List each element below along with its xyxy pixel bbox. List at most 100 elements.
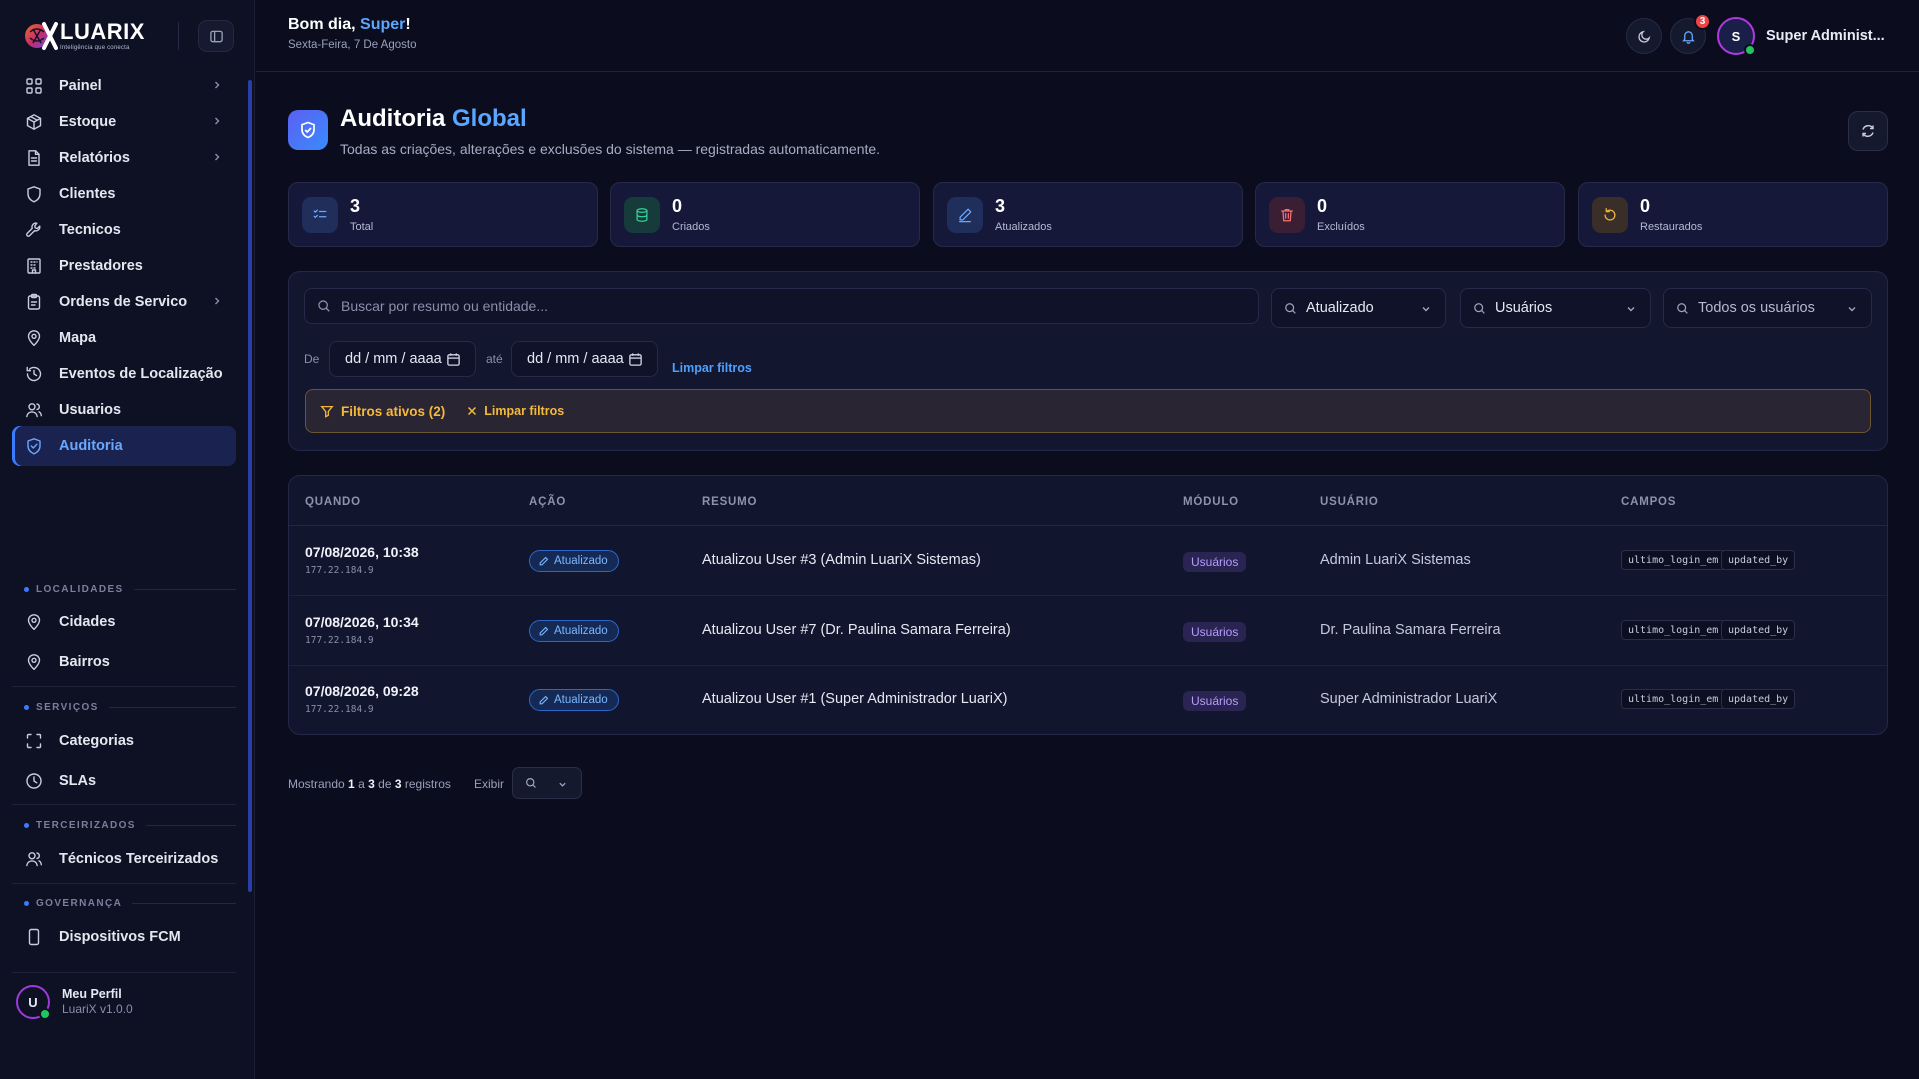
column-header-modulo[interactable]: MÓDULO xyxy=(1183,496,1239,508)
column-header-usuario[interactable]: USUÁRIO xyxy=(1320,496,1379,508)
column-header-acao[interactable]: AÇÃO xyxy=(529,496,566,508)
date-to-input[interactable]: dd / mm / aaaa xyxy=(511,341,658,377)
row-user: Super Administrador LuariX xyxy=(1320,691,1498,707)
sidebar-item-mapa[interactable]: Mapa xyxy=(12,318,236,358)
search-input[interactable] xyxy=(341,298,1221,314)
row-timestamp: 07/08/2026, 09:28 xyxy=(305,683,419,699)
search-field[interactable] xyxy=(304,288,1259,324)
sidebar-item-clientes[interactable]: Clientes xyxy=(12,174,236,214)
shield-icon xyxy=(27,186,41,203)
pagination-summary: Mostrando 1 a 3 de 3 registros xyxy=(288,777,451,791)
pencil-icon xyxy=(539,626,549,635)
sidebar-item-usuarios[interactable]: Usuarios xyxy=(12,390,236,430)
sidebar-item-label: Dispositivos FCM xyxy=(59,929,181,945)
search-icon xyxy=(526,778,536,788)
brand-logo[interactable]: LUARIX Inteligência que conecta xyxy=(22,18,172,54)
user-menu[interactable]: S Super Administ... xyxy=(1717,17,1885,56)
shield-check-icon xyxy=(301,121,315,139)
field-chip: ultimo_login_em xyxy=(1621,689,1726,709)
sidebar-item-painel[interactable]: Painel xyxy=(12,66,236,106)
pencil-icon xyxy=(539,695,549,704)
sidebar-item-label: SLAs xyxy=(59,773,97,789)
module-filter-select[interactable]: Usuários xyxy=(1460,288,1651,328)
brand-name: LUARIX xyxy=(60,19,145,44)
column-header-resumo[interactable]: RESUMO xyxy=(702,496,757,508)
sidebar-item-cidades[interactable]: Cidades xyxy=(12,602,236,642)
sidebar-item-bairros[interactable]: Bairros xyxy=(12,642,236,682)
profile-card[interactable]: U Meu Perfil LuariX v1.0.0 xyxy=(12,972,236,1032)
user-filter-select[interactable]: Todos os usuários xyxy=(1663,288,1872,328)
table-row[interactable]: 07/08/2026, 10:38 177.22.184.9 Atualizado A… xyxy=(289,526,1887,596)
app-version: LuariX v1.0.0 xyxy=(62,1002,133,1017)
stat-icon-badge xyxy=(1592,197,1628,233)
stat-label: Excluídos xyxy=(1317,221,1365,233)
sidebar-item-slas[interactable]: SLAs xyxy=(12,761,236,801)
stat-card-excluidos: 0 Excluídos xyxy=(1255,182,1565,247)
column-header-quando[interactable]: QUANDO xyxy=(305,496,361,508)
audit-page-icon xyxy=(288,110,328,150)
wrench-icon xyxy=(26,222,41,237)
column-header-campos[interactable]: CAMPOS xyxy=(1621,496,1676,508)
list-check-icon xyxy=(313,209,327,219)
row-timestamp: 07/08/2026, 10:34 xyxy=(305,614,419,630)
section-label-servicos: SERVIÇOS xyxy=(12,700,236,714)
sidebar-item-dispositivos-fcm[interactable]: Dispositivos FCM xyxy=(12,917,236,957)
table-row[interactable]: 07/08/2026, 10:34 177.22.184.9 Atualizado A… xyxy=(289,596,1887,666)
user-online-dot xyxy=(1744,44,1756,56)
sidebar-item-prestadores[interactable]: Prestadores xyxy=(12,246,236,286)
search-icon xyxy=(318,300,330,312)
collapse-sidebar-button[interactable] xyxy=(198,20,234,52)
action-filter-select[interactable]: Atualizado xyxy=(1271,288,1446,328)
module-badge: Usuários xyxy=(1183,622,1247,642)
stat-label: Atualizados xyxy=(995,221,1052,233)
stat-card-restaurados: 0 Restaurados xyxy=(1578,182,1888,247)
luarix-logo-icon xyxy=(25,22,58,50)
calendar-icon xyxy=(447,353,460,366)
theme-toggle-button[interactable] xyxy=(1626,18,1662,54)
chevron-down-icon xyxy=(1422,307,1430,312)
top-header: Bom dia, Super! Sexta-Feira, 7 De Agosto… xyxy=(256,0,1919,72)
sidebar-item-tecnicos-terceirizados[interactable]: Técnicos Terceirizados xyxy=(12,839,236,879)
sidebar-item-tecnicos[interactable]: Tecnicos xyxy=(12,210,236,250)
trash-icon xyxy=(1281,209,1293,222)
action-badge: Atualizado xyxy=(529,689,619,711)
per-page-select[interactable] xyxy=(512,767,582,799)
chevron-down-icon xyxy=(1848,307,1856,312)
sidebar-scrollbar[interactable] xyxy=(248,80,252,892)
table-row[interactable]: 07/08/2026, 09:28 177.22.184.9 Atualizado A… xyxy=(289,665,1887,734)
field-chip: ultimo_login_em xyxy=(1621,620,1726,640)
clear-filters-link[interactable]: Limpar filtros xyxy=(672,361,752,375)
page-subtitle: Todas as criações, alterações e exclusõe… xyxy=(340,141,881,157)
date-from-input[interactable]: dd / mm / aaaa xyxy=(329,341,476,377)
section-label-governanca: GOVERNANÇA xyxy=(12,896,236,910)
chevron-right-icon xyxy=(215,81,220,89)
stat-icon-badge xyxy=(302,197,338,233)
row-user: Admin LuariX Sistemas xyxy=(1320,552,1471,568)
active-filters-clear-button[interactable]: Limpar filtros xyxy=(467,404,564,418)
stat-value: 3 xyxy=(350,196,361,216)
filter-icon xyxy=(320,405,334,418)
active-filters-bar: Filtros ativos (2) Limpar filtros xyxy=(305,389,1871,433)
sidebar: LUARIX Inteligência que conecta Painel Es… xyxy=(0,0,255,1079)
field-chip: updated_by xyxy=(1721,550,1796,570)
search-icon xyxy=(1474,302,1485,314)
section-divider xyxy=(12,686,236,687)
map-pin-icon xyxy=(27,614,41,630)
chevron-right-icon xyxy=(215,153,220,161)
sidebar-item-estoque[interactable]: Estoque xyxy=(12,102,236,142)
notifications-button[interactable]: 3 xyxy=(1670,13,1711,54)
sidebar-item-auditoria[interactable]: Auditoria xyxy=(12,426,236,466)
sidebar-item-label: Auditoria xyxy=(59,438,123,454)
sidebar-item-eventos-de-localizacao[interactable]: Eventos de Localização xyxy=(12,354,236,394)
sidebar-item-categorias[interactable]: Categorias xyxy=(12,721,236,761)
user-filter-value: Todos os usuários xyxy=(1698,300,1815,316)
sidebar-item-relatorios[interactable]: Relatórios xyxy=(12,138,236,178)
map-pin-icon xyxy=(27,330,41,346)
chevron-down-icon xyxy=(1627,307,1635,312)
field-chip: ultimo_login_em xyxy=(1621,550,1726,570)
close-icon xyxy=(468,406,477,416)
history-icon xyxy=(26,366,42,382)
sidebar-item-ordens-de-servico[interactable]: Ordens de Servico xyxy=(12,282,236,322)
refresh-button[interactable] xyxy=(1848,111,1888,151)
pencil-icon xyxy=(959,208,972,223)
